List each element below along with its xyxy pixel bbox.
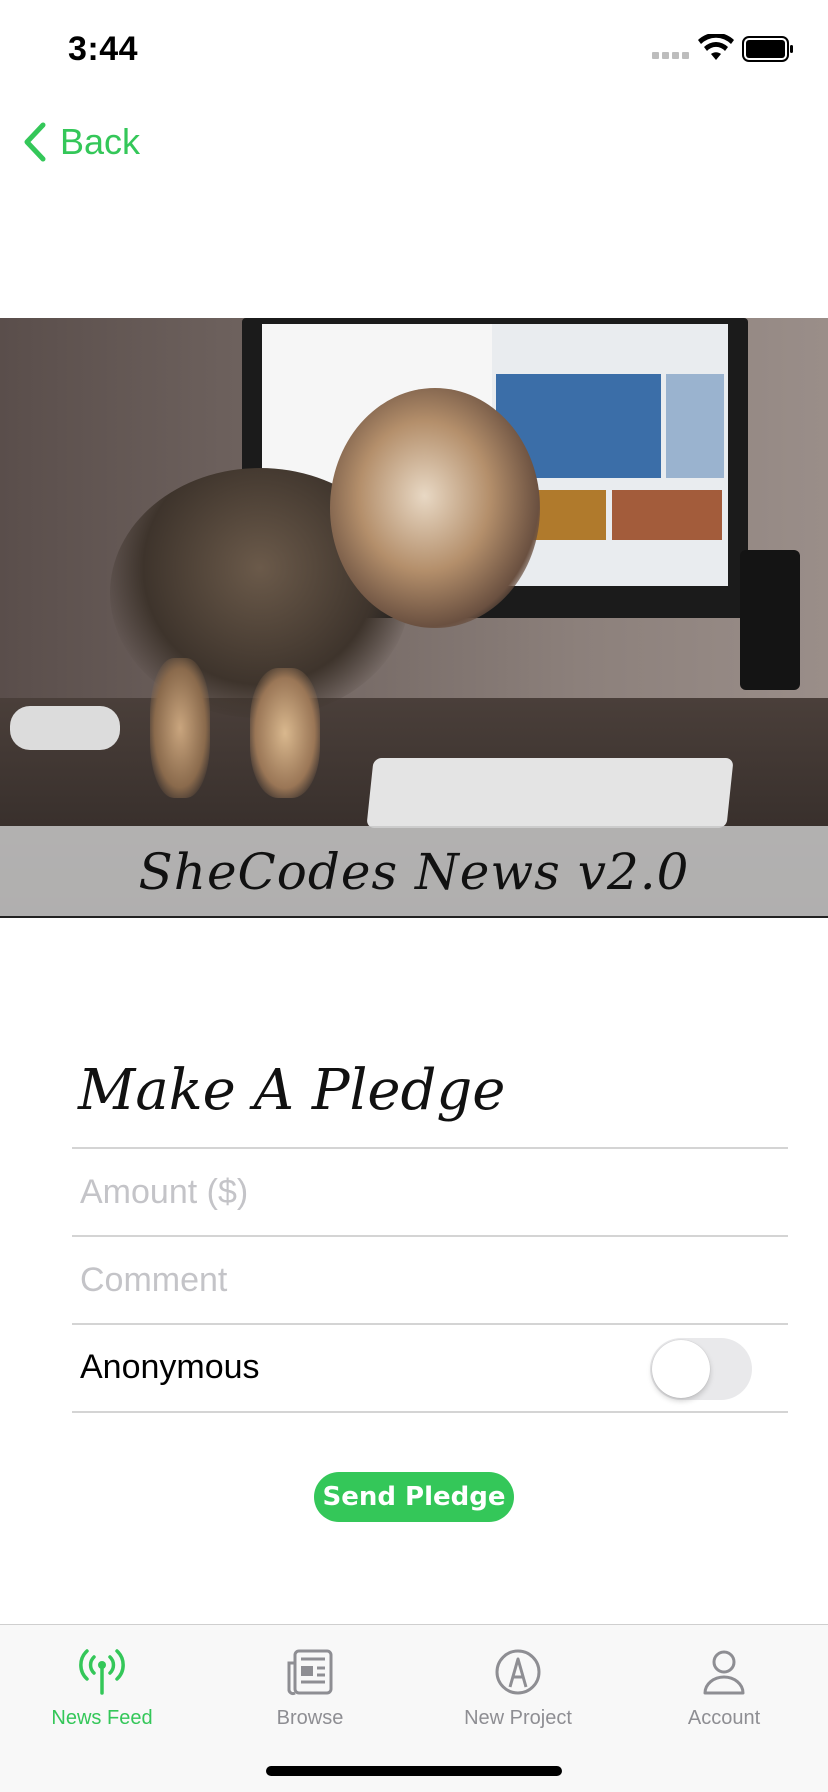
- keyboard-graphic: [366, 758, 734, 828]
- tab-new-project[interactable]: New Project: [418, 1645, 618, 1730]
- tab-news-feed[interactable]: News Feed: [2, 1645, 202, 1730]
- hero-image: SheCodes News v2.0: [0, 318, 828, 918]
- comment-input[interactable]: [80, 1240, 780, 1320]
- tab-browse[interactable]: Browse: [210, 1645, 410, 1730]
- amount-input[interactable]: [80, 1152, 780, 1232]
- antenna-icon: [79, 1649, 125, 1695]
- home-indicator[interactable]: [266, 1766, 562, 1776]
- battery-icon: [742, 36, 793, 62]
- divider: [72, 1235, 788, 1237]
- anonymous-label: Anonymous: [80, 1348, 260, 1386]
- chevron-left-icon: [24, 122, 46, 162]
- hero-banner: SheCodes News v2.0: [0, 826, 828, 916]
- back-label: Back: [60, 121, 141, 162]
- tab-label: Account: [687, 1707, 761, 1729]
- toggle-knob: [652, 1340, 710, 1398]
- tab-label: Browse: [276, 1707, 344, 1729]
- dog-leg-graphic: [150, 658, 210, 798]
- compass-icon: [495, 1649, 541, 1695]
- dog-head-graphic: [330, 388, 540, 628]
- wifi-icon: [698, 34, 734, 60]
- signal-icon: [652, 52, 689, 59]
- send-pledge-button[interactable]: Send Pledge: [314, 1472, 514, 1522]
- person-icon: [703, 1650, 745, 1695]
- app-title: SheCodes News v2.0: [138, 843, 690, 901]
- tab-label: News Feed: [51, 1707, 153, 1729]
- tab-label: New Project: [464, 1707, 572, 1729]
- controller-graphic: [10, 706, 120, 750]
- dog-leg-graphic: [250, 668, 320, 798]
- tab-account[interactable]: Account: [624, 1645, 824, 1730]
- divider: [72, 1147, 788, 1149]
- speaker-graphic: [740, 550, 800, 690]
- status-time: 3:44: [68, 30, 139, 68]
- divider: [72, 1323, 788, 1325]
- form-title: Make A Pledge: [78, 1058, 506, 1123]
- divider: [72, 1411, 788, 1413]
- status-bar: 3:44: [0, 0, 828, 100]
- newspaper-icon: [287, 1649, 333, 1696]
- anonymous-toggle[interactable]: [650, 1338, 752, 1400]
- back-button[interactable]: Back: [22, 118, 140, 166]
